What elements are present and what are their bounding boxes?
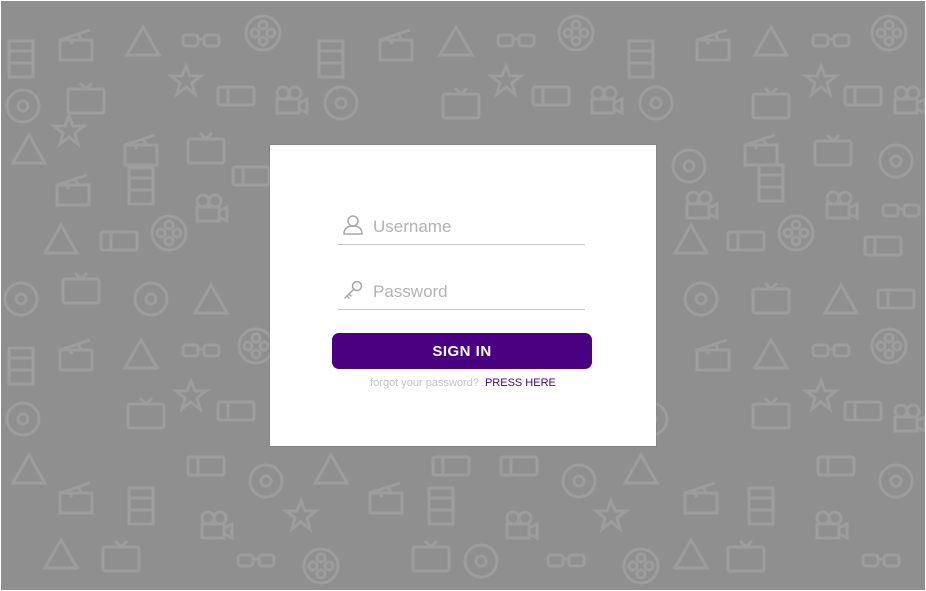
sign-in-button[interactable]: SIGN IN bbox=[332, 333, 592, 369]
key-icon bbox=[342, 279, 364, 301]
username-input[interactable] bbox=[373, 214, 578, 240]
forgot-password-row: forgot your password? PRESS HERE bbox=[270, 377, 656, 389]
login-card: SIGN IN forgot your password? PRESS HERE bbox=[270, 145, 656, 446]
forgot-password-text: forgot your password? bbox=[370, 377, 479, 389]
username-field bbox=[338, 210, 585, 245]
password-field bbox=[338, 275, 585, 310]
user-icon bbox=[342, 214, 364, 236]
press-here-link[interactable]: PRESS HERE bbox=[485, 377, 556, 389]
password-input[interactable] bbox=[373, 279, 578, 305]
